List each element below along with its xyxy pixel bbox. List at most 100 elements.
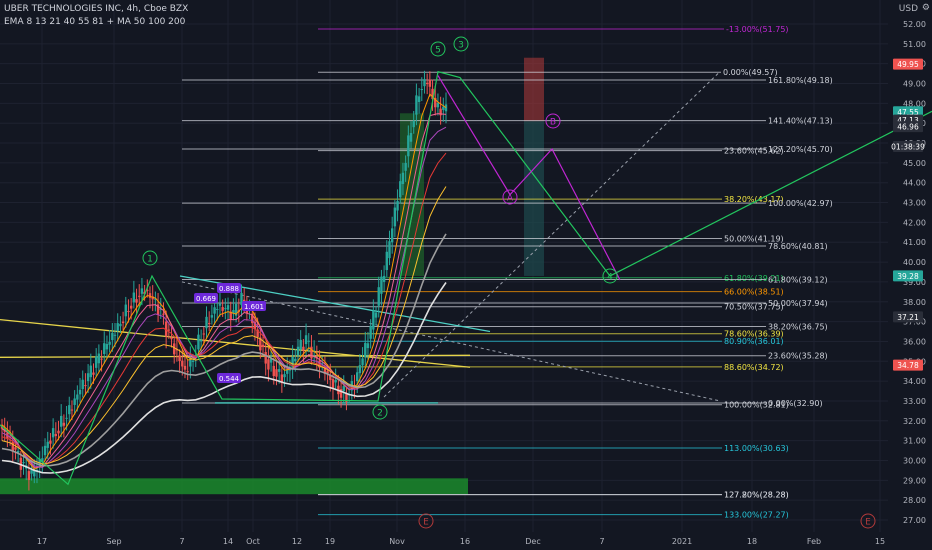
price-axis-tick: 29.00 xyxy=(903,476,926,485)
fib-level-label: 127.20%(45.70) xyxy=(768,145,833,154)
wave-label: E xyxy=(865,518,871,528)
candle-body xyxy=(100,358,103,360)
candle-body xyxy=(202,333,206,335)
candle-body xyxy=(407,135,410,157)
target-zone-box xyxy=(524,121,544,276)
candle-body xyxy=(197,334,200,350)
candle-body xyxy=(334,380,337,383)
candle-body xyxy=(404,162,407,171)
candle-body xyxy=(264,352,267,364)
symbol-title[interactable]: UBER TECHNOLOGIES INC, 4h, Cboe BZX xyxy=(4,3,188,16)
fib-level-label: 66.00%(38.51) xyxy=(724,288,784,297)
candle-body xyxy=(70,409,74,411)
price-axis-tick: 44.00 xyxy=(903,179,926,188)
wave-label: A xyxy=(507,194,514,204)
candle-body xyxy=(84,385,87,387)
wave-label: 2 xyxy=(377,409,383,419)
candle-body xyxy=(369,325,372,339)
candle-body xyxy=(382,275,386,282)
price-axis-tick: 40.00 xyxy=(903,258,926,267)
time-axis-tick: 15 xyxy=(875,537,885,546)
time-axis-tick: 18 xyxy=(747,537,757,546)
time-axis-tick: 17 xyxy=(37,537,47,546)
candle-body xyxy=(97,353,101,364)
ratio-tag: 0.888 xyxy=(219,285,239,293)
candle-body xyxy=(73,398,76,405)
time-axis-tick: Oct xyxy=(246,537,260,546)
candle-body xyxy=(173,343,176,355)
price-axis-tick: 28.00 xyxy=(903,496,926,505)
price-tag: 01:38:39 xyxy=(891,143,925,152)
candle-body xyxy=(46,441,49,448)
price-axis-tick: 42.00 xyxy=(903,218,926,227)
wave-label: 3 xyxy=(458,41,464,51)
candle-body xyxy=(415,95,418,115)
candle-body xyxy=(374,312,378,318)
price-chart[interactable]: -13.00%(51.75)0.00%(49.57)161.80%(49.18)… xyxy=(0,0,932,550)
candle-body xyxy=(140,288,144,294)
candle-body xyxy=(54,434,58,437)
candle-body xyxy=(372,310,375,330)
candle-body xyxy=(127,311,130,313)
candle-body xyxy=(191,360,195,362)
candle-body xyxy=(385,251,388,271)
time-axis-tick: 14 xyxy=(223,537,233,546)
candle-body xyxy=(138,295,141,297)
candle-body xyxy=(393,207,397,227)
candle-body xyxy=(121,321,125,324)
candle-body xyxy=(221,307,224,311)
candle-body xyxy=(43,445,47,456)
candle-body xyxy=(283,374,286,378)
time-axis-tick: 7 xyxy=(179,537,184,546)
time-axis-tick: 16 xyxy=(460,537,470,546)
candle-body xyxy=(277,369,281,372)
candle-body xyxy=(390,228,394,243)
candle-body xyxy=(103,343,106,355)
candle-body xyxy=(170,337,173,340)
candle-body xyxy=(124,304,127,317)
candle-body xyxy=(412,120,415,128)
price-axis-tick: 51.00 xyxy=(903,40,926,49)
candle-body xyxy=(49,440,52,444)
candle-body xyxy=(167,329,171,331)
candle-body xyxy=(331,379,335,389)
price-tag: 34.78 xyxy=(897,361,919,370)
candle-body xyxy=(401,172,405,185)
price-axis-tick: 38.00 xyxy=(903,298,926,307)
candle-body xyxy=(119,323,122,327)
fib-level-label: 113.00%(30.63) xyxy=(724,444,789,453)
candle-body xyxy=(304,335,308,345)
indicator-legend[interactable]: EMA 8 13 21 40 55 81 + MA 50 100 200 xyxy=(4,16,188,29)
candle-body xyxy=(294,358,297,362)
time-axis-tick: 7 xyxy=(599,537,604,546)
candle-body xyxy=(396,200,399,211)
chart-header: UBER TECHNOLOGIES INC, 4h, Cboe BZX EMA … xyxy=(4,3,188,29)
time-axis-tick: 2021 xyxy=(672,537,692,546)
candle-body xyxy=(199,340,203,342)
candle-body xyxy=(302,346,305,351)
candle-body xyxy=(162,313,165,315)
candle-body xyxy=(181,360,184,367)
candle-body xyxy=(409,133,413,142)
time-axis-tick: Feb xyxy=(807,537,821,546)
fib-level-label: 161.80%(49.18) xyxy=(768,76,833,85)
fib-level-label: 70.50%(37.75) xyxy=(724,303,784,312)
candle-body xyxy=(111,332,114,341)
candle-body xyxy=(108,341,111,345)
candle-body xyxy=(267,359,270,370)
candle-body xyxy=(423,79,426,87)
candle-body xyxy=(14,447,17,450)
candle-body xyxy=(92,372,95,375)
price-axis-tick: 27.00 xyxy=(903,516,926,525)
wave-label: B xyxy=(550,118,556,128)
candle-body xyxy=(366,343,370,349)
wave-label: E xyxy=(423,518,429,528)
price-axis-tick: 49.00 xyxy=(903,80,926,89)
time-axis-tick: Sep xyxy=(106,537,121,546)
settings-icon[interactable]: ⚙ xyxy=(922,3,930,13)
candle-body xyxy=(135,299,138,303)
candle-body xyxy=(60,415,63,427)
price-axis-tick: 52.00 xyxy=(903,20,926,29)
candle-body xyxy=(178,355,181,362)
candle-body xyxy=(261,344,265,348)
